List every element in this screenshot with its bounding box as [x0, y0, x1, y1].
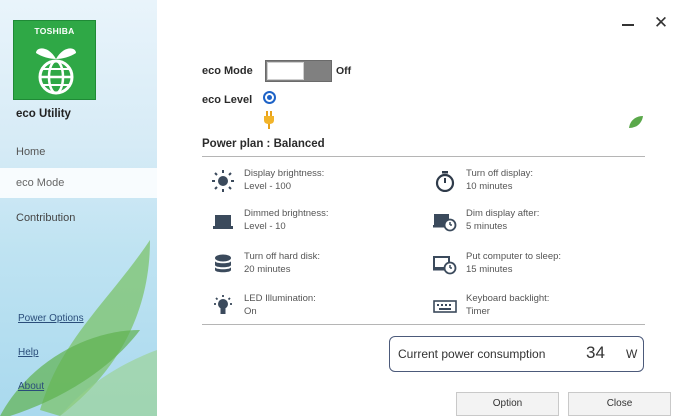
eco-mode-label: eco Mode	[202, 65, 253, 77]
sidebar-item-home[interactable]: Home	[0, 137, 157, 167]
setting-turn-off-hard-disk: Turn off hard disk: 20 minutes	[211, 251, 411, 283]
setting-label: Keyboard backlight:	[466, 293, 550, 304]
hard-disk-icon	[215, 254, 231, 273]
divider-top	[202, 156, 645, 157]
setting-label: Dimmed brightness:	[244, 208, 329, 219]
timer-icon	[435, 171, 455, 192]
eco-level-label: eco Level	[202, 94, 253, 106]
sidebar-item-contribution[interactable]: Contribution	[0, 203, 157, 233]
sidebar: TOSHIBA eco Utility Home eco Mode Contri…	[0, 0, 157, 416]
setting-dim-display-after: Dim display after: 5 minutes	[433, 208, 633, 240]
setting-value: 10 minutes	[466, 181, 513, 192]
setting-turn-off-display: Turn off display: 10 minutes	[433, 168, 633, 200]
setting-label: Dim display after:	[466, 208, 540, 219]
brand-text: TOSHIBA	[34, 26, 75, 36]
divider-bottom	[202, 324, 645, 325]
about-link[interactable]: About	[18, 381, 44, 392]
sidebar-item-eco-mode[interactable]: eco Mode	[0, 168, 157, 198]
power-consumption-value: 34	[586, 343, 605, 362]
keyboard-icon	[433, 300, 457, 313]
close-window-button[interactable]: ✕	[651, 13, 671, 33]
laptop-icon	[213, 215, 233, 229]
radio-dot	[267, 95, 272, 100]
setting-value: Level - 10	[244, 221, 286, 232]
eco-level-radio[interactable]	[263, 91, 276, 104]
minimize-button[interactable]	[616, 14, 640, 36]
setting-label: Turn off display:	[466, 168, 534, 179]
eco-mode-state: Off	[336, 65, 352, 77]
setting-label: LED Illumination:	[244, 293, 316, 304]
setting-value: On	[244, 306, 257, 317]
led-icon	[214, 295, 232, 314]
toggle-knob	[267, 62, 304, 80]
power-consumption-unit: W	[626, 347, 638, 361]
setting-value: Level - 100	[244, 181, 292, 192]
app-name: eco Utility	[16, 108, 71, 120]
plug-icon	[264, 111, 274, 129]
leaf-icon	[629, 116, 643, 128]
dim-display-clock-icon	[433, 214, 457, 232]
brightness-icon	[212, 170, 234, 192]
close-button[interactable]: Close	[568, 392, 671, 416]
eco-mode-toggle[interactable]	[265, 60, 332, 82]
minimize-icon	[622, 24, 634, 26]
option-button[interactable]: Option	[456, 392, 559, 416]
setting-keyboard-backlight: Keyboard backlight: Timer	[433, 293, 633, 325]
power-consumption-label: Current power consumption	[398, 347, 546, 361]
setting-value: 20 minutes	[244, 264, 291, 275]
power-consumption-box: Current power consumption 34 W	[389, 336, 644, 372]
eco-globe-icon	[36, 48, 76, 95]
setting-led-illumination: LED Illumination: On	[211, 293, 411, 325]
setting-sleep: Put computer to sleep: 15 minutes	[433, 251, 633, 283]
setting-dimmed-brightness: Dimmed brightness: Level - 10	[211, 208, 411, 240]
setting-label: Put computer to sleep:	[466, 251, 562, 262]
app-logo: TOSHIBA	[13, 20, 96, 100]
setting-value: 15 minutes	[466, 264, 513, 275]
setting-label: Display brightness:	[244, 168, 325, 179]
setting-value: Timer	[466, 306, 490, 317]
setting-label: Turn off hard disk:	[244, 251, 321, 262]
sleep-clock-icon	[433, 256, 457, 275]
help-link[interactable]: Help	[18, 347, 39, 358]
power-options-link[interactable]: Power Options	[18, 313, 84, 324]
setting-display-brightness: Display brightness: Level - 100	[211, 168, 411, 200]
power-plan-title: Power plan : Balanced	[202, 138, 325, 150]
setting-value: 5 minutes	[466, 221, 508, 232]
